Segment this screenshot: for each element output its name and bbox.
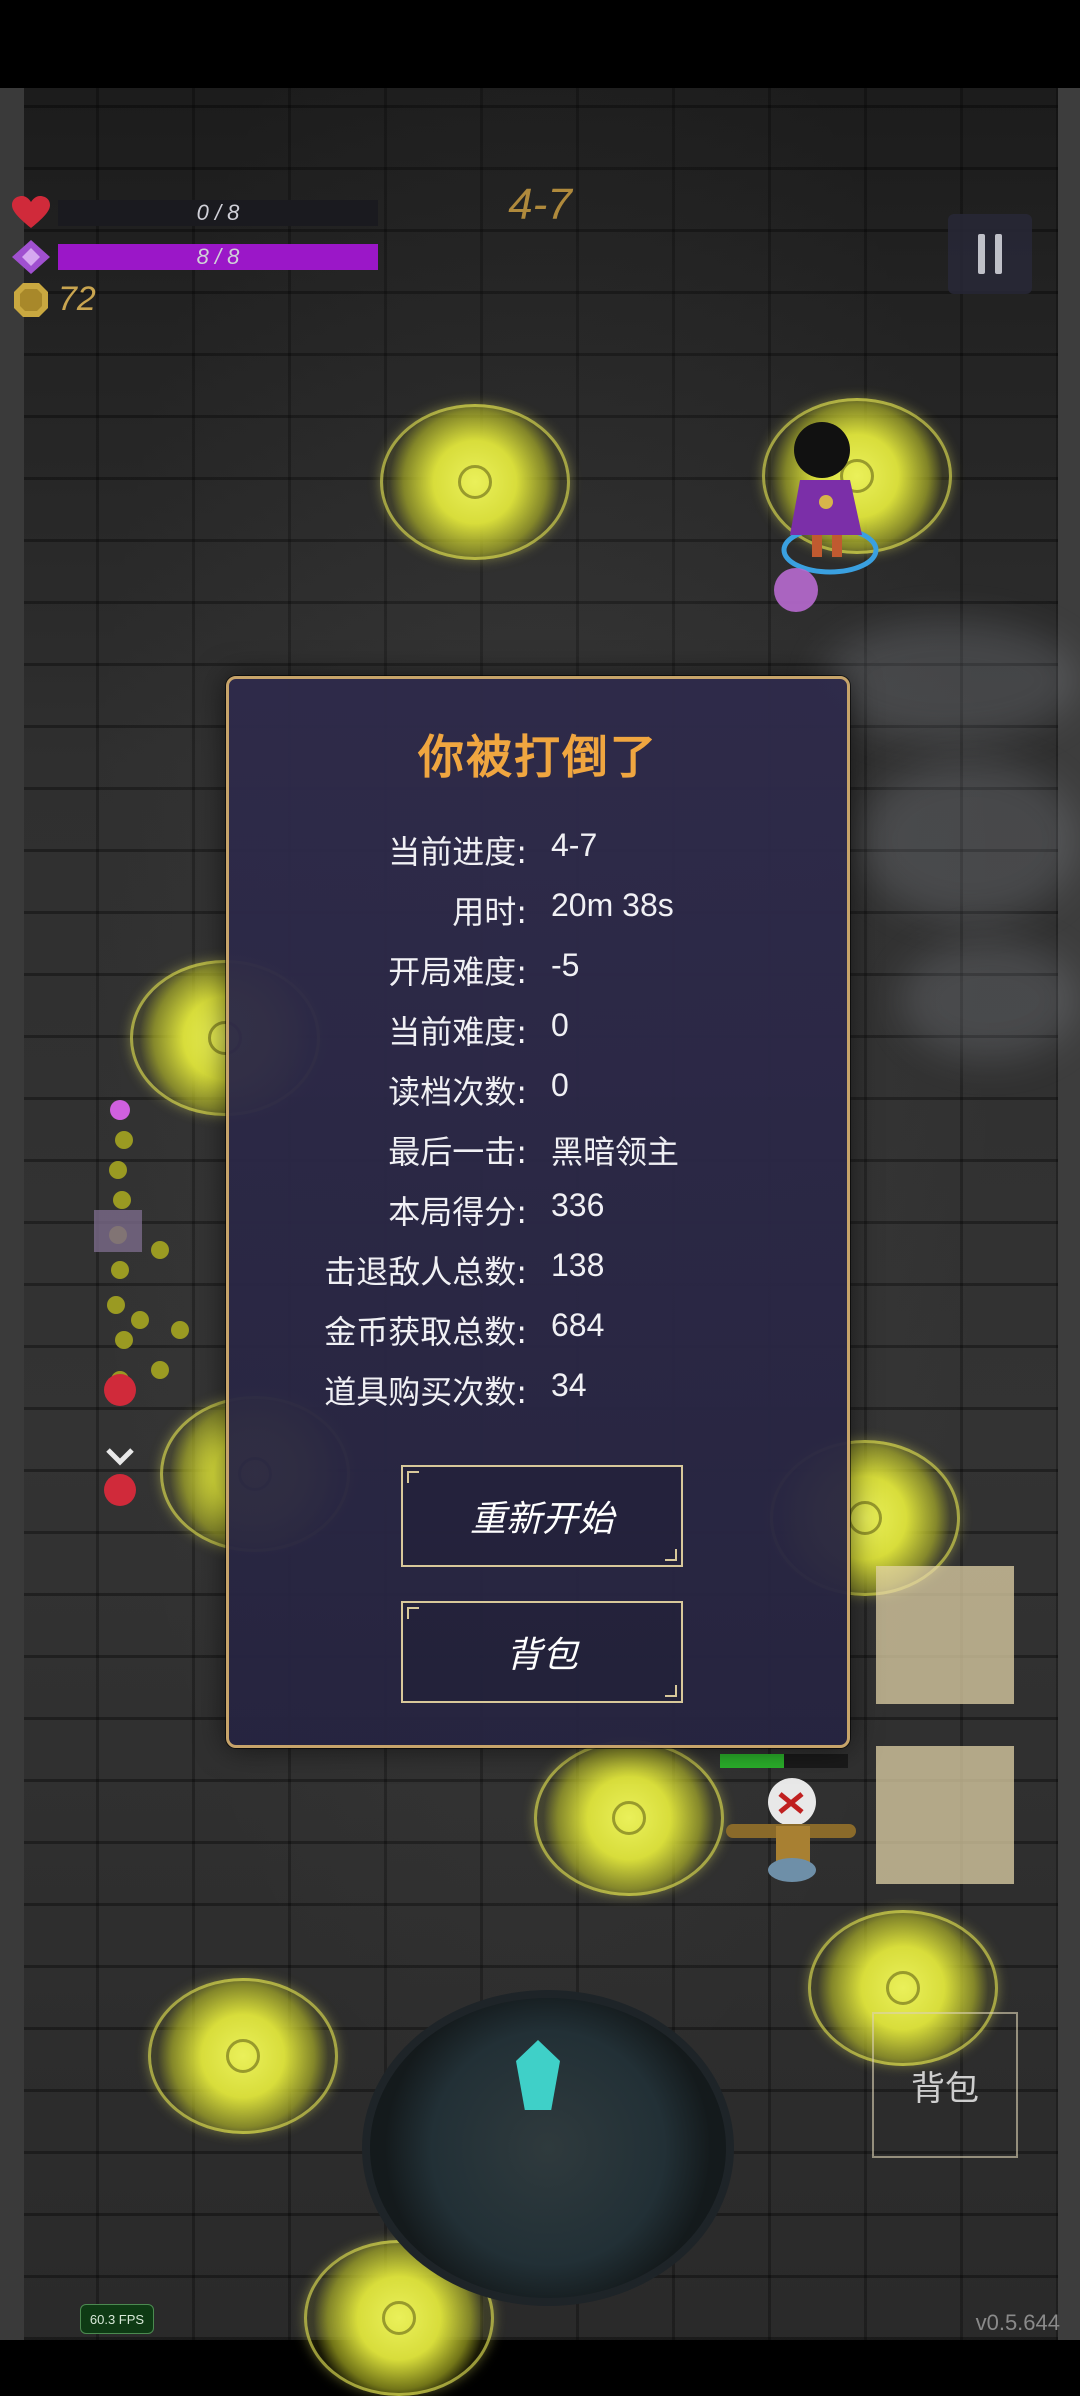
stat-row: 开局难度: -5 [229, 947, 847, 1007]
stat-value: 336 [551, 1187, 605, 1223]
stat-value: 138 [551, 1247, 605, 1283]
restart-button[interactable]: 重新开始 [401, 1465, 683, 1567]
magic-circle [534, 1740, 724, 1896]
stat-row: 当前难度: 0 [229, 1007, 847, 1067]
stat-row: 当前进度: 4-7 [229, 827, 847, 887]
magic-circle [380, 404, 570, 560]
stat-label: 当前进度: [388, 833, 527, 871]
mana-text: 8 / 8 [196, 244, 240, 269]
coin-count: 72 [58, 280, 96, 318]
player-character [774, 422, 879, 612]
stat-row: 道具购买次数: 34 [229, 1367, 847, 1427]
mana-bar: 8 / 8 [58, 244, 378, 270]
stat-value: 4-7 [551, 827, 598, 863]
level-indicator: 4-7 [508, 180, 572, 229]
version-label: v0.5.644 [975, 2310, 1060, 2335]
bag-button[interactable]: 背包 [401, 1601, 683, 1703]
pause-icon-bar [995, 234, 1002, 274]
mana-row: 8 / 8 [12, 240, 378, 274]
stat-label: 道具购买次数: [324, 1373, 527, 1411]
stat-value: 684 [551, 1307, 605, 1343]
item-slot[interactable] [876, 1566, 1014, 1704]
stat-label: 金币获取总数: [324, 1313, 527, 1351]
fog-patch [860, 760, 1080, 920]
mana-gem-icon [12, 240, 50, 274]
stat-label: 击退敌人总数: [324, 1253, 527, 1291]
health-row: 0 / 8 [12, 196, 378, 230]
dialog-title: 你被打倒了 [418, 730, 658, 784]
dropped-items [94, 1100, 189, 1506]
coin-row: 72 [12, 280, 96, 319]
health-bar: 0 / 8 [58, 200, 378, 226]
fountain [362, 1990, 734, 2306]
stat-value: 黑暗领主 [551, 1134, 680, 1170]
stat-value: -5 [551, 947, 580, 983]
item-slot[interactable] [876, 1746, 1014, 1884]
stat-row: 击退敌人总数: 138 [229, 1247, 847, 1307]
left-wall [0, 88, 24, 2340]
pause-icon-bar [978, 234, 985, 274]
coin-icon [14, 282, 48, 317]
stat-label: 当前难度: [388, 1013, 527, 1051]
pause-button[interactable] [948, 214, 1032, 294]
stat-value: 34 [551, 1367, 587, 1403]
stat-row: 用时: 20m 38s [229, 887, 847, 947]
stat-label: 读档次数: [388, 1073, 527, 1111]
fog-patch [900, 940, 1080, 1060]
right-wall [1058, 88, 1080, 2340]
stat-label: 最后一击: [388, 1133, 527, 1171]
enemy-scarecrow [720, 1754, 856, 1882]
fps-counter: 60.3 FPS [80, 2304, 154, 2334]
stat-row: 本局得分: 336 [229, 1187, 847, 1247]
stat-label: 开局难度: [388, 953, 527, 991]
stat-row: 最后一击: 黑暗领主 [229, 1127, 847, 1187]
defeat-dialog: 你被打倒了 当前进度: 4-7 用时: 20m 38s 开局难度: -5 当前难… [226, 676, 850, 1748]
bag-corner-button[interactable]: 背包 [872, 2012, 1018, 2158]
health-text: 0 / 8 [196, 200, 240, 225]
stat-row: 金币获取总数: 684 [229, 1307, 847, 1367]
heart-icon [12, 196, 50, 228]
stat-label: 本局得分: [388, 1193, 527, 1231]
magic-circle [148, 1978, 338, 2134]
stat-value: 0 [551, 1007, 569, 1043]
fog-patch [820, 620, 1080, 740]
stat-row: 读档次数: 0 [229, 1067, 847, 1127]
stat-value: 20m 38s [551, 887, 674, 923]
stat-label: 用时: [452, 893, 527, 931]
stat-value: 0 [551, 1067, 569, 1103]
